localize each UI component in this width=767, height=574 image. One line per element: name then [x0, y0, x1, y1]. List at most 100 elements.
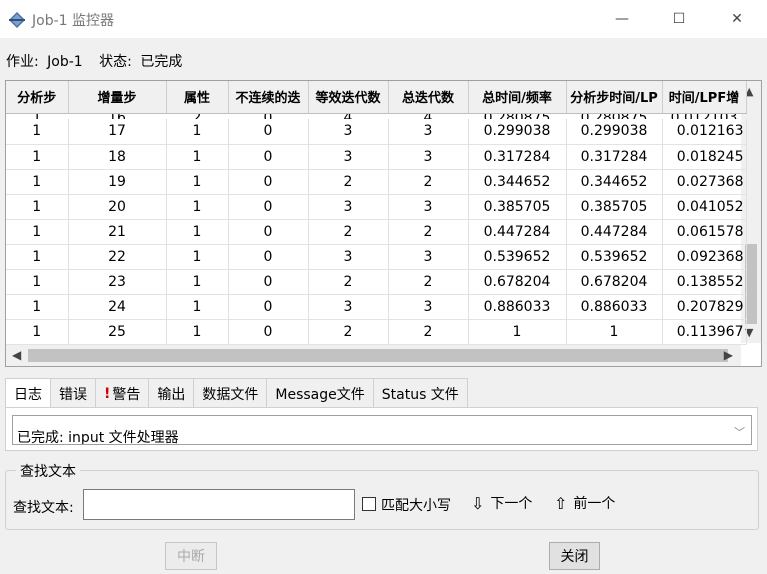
column-header[interactable]: 属性: [166, 81, 229, 114]
table-cell: 0.018245: [662, 144, 747, 170]
close-button[interactable]: 关闭: [549, 542, 600, 570]
table-cell: 1: [166, 319, 229, 345]
find-text-input[interactable]: [83, 489, 355, 520]
table-cell: 0: [228, 294, 309, 320]
table-cell: 0.344652: [468, 169, 567, 195]
chevron-down-icon[interactable]: ﹀: [734, 424, 745, 440]
table-cell: 0.344652: [566, 169, 663, 195]
log-text-area[interactable]: 已完成: input 文件处理器 ﹀: [12, 415, 752, 445]
tab-output[interactable]: 输出: [148, 378, 195, 408]
table-cell: 1: [166, 169, 229, 195]
table-cell: 21: [68, 219, 167, 245]
find-next-button[interactable]: ⇩ 下一个: [471, 493, 532, 513]
table-cell: 0.317284: [468, 144, 567, 170]
table-cell: 0.041052: [662, 194, 747, 220]
job-label: 作业:: [6, 54, 39, 70]
table-cell: 20: [68, 194, 167, 220]
column-header[interactable]: 不连续的迭: [228, 81, 309, 114]
minimize-button[interactable]: —: [594, 0, 650, 38]
close-window-button[interactable]: ✕: [709, 0, 765, 38]
warning-icon: !: [104, 385, 111, 402]
table-cell: 2: [388, 319, 469, 345]
find-field-label: 查找文本:: [13, 500, 74, 516]
tab-status-file[interactable]: Status 文件: [372, 378, 468, 408]
scroll-right-icon[interactable]: ▶: [724, 348, 733, 362]
window-title: Job-1 监控器: [32, 13, 114, 29]
table-cell: 3: [388, 244, 469, 270]
vertical-scroll-thumb[interactable]: [745, 244, 757, 324]
table-row[interactable]: 1 20 1 0 3 3 0.385705 0.385705 0.041052: [6, 194, 747, 220]
tab-message-file[interactable]: Message文件: [266, 378, 374, 408]
find-prev-button[interactable]: ⇧ 前一个: [554, 493, 615, 513]
table-cell: 0.061578: [662, 219, 747, 245]
table-row[interactable]: 1 23 1 0 2 2 0.678204 0.678204 0.138552: [6, 269, 747, 295]
table-cell: 1: [6, 194, 69, 220]
find-group-label: 查找文本: [16, 461, 80, 481]
table-cell: 1: [468, 319, 567, 345]
maximize-button[interactable]: ☐: [651, 0, 707, 38]
table-cell: 1: [6, 294, 69, 320]
table-cell: 3: [388, 144, 469, 170]
state-label: 状态:: [99, 54, 132, 70]
column-header[interactable]: 总时间/频率: [468, 81, 567, 114]
table-cell: 0: [228, 219, 309, 245]
horizontal-scrollbar[interactable]: ◀ ▶: [6, 345, 741, 366]
table-cell: 0.299038: [468, 119, 567, 145]
table-cell: 0.207829: [662, 294, 747, 320]
table-cell: 0.886033: [468, 294, 567, 320]
table-cell: 2: [388, 269, 469, 295]
horizontal-scroll-thumb[interactable]: [28, 349, 728, 362]
table-cell: 1: [166, 294, 229, 320]
table-cell: 1: [566, 319, 663, 345]
table-row[interactable]: 1 19 1 0 2 2 0.344652 0.344652 0.027368: [6, 169, 747, 195]
table-cell: 3: [308, 294, 389, 320]
match-case-label[interactable]: 匹配大小写: [381, 495, 451, 515]
table-cell: 1: [166, 219, 229, 245]
table-row[interactable]: 1 24 1 0 3 3 0.886033 0.886033 0.207829: [6, 294, 747, 320]
abort-button[interactable]: 中断: [165, 542, 217, 570]
table-row[interactable]: 1 18 1 0 3 3 0.317284 0.317284 0.018245: [6, 144, 747, 170]
table-cell: 3: [388, 194, 469, 220]
table-row[interactable]: 1 21 1 0 2 2 0.447284 0.447284 0.061578: [6, 219, 747, 245]
table-cell: 0.113967: [662, 319, 747, 345]
find-text-group: 查找文本 查找文本: 匹配大小写 ⇩ 下一个 ⇧ 前一个: [5, 461, 759, 530]
table-cell: 1: [166, 144, 229, 170]
column-header[interactable]: 分析步: [6, 81, 69, 114]
table-cell: 17: [68, 119, 167, 145]
log-panel: 已完成: input 文件处理器 ﹀: [5, 407, 758, 451]
column-header[interactable]: 总迭代数: [388, 81, 469, 114]
table-row[interactable]: 1 25 1 0 2 2 1 1 0.113967: [6, 319, 747, 345]
scroll-left-icon[interactable]: ◀: [12, 348, 21, 362]
table-row[interactable]: 1 22 1 0 3 3 0.539652 0.539652 0.092368: [6, 244, 747, 270]
tab-errors[interactable]: 错误: [50, 378, 96, 408]
table-cell: 1: [6, 169, 69, 195]
table-cell: 0.447284: [566, 219, 663, 245]
table-cell: 1: [6, 269, 69, 295]
table-cell: 3: [308, 119, 389, 145]
column-header[interactable]: 等效迭代数: [308, 81, 389, 114]
table-cell: 3: [388, 119, 469, 145]
column-header[interactable]: 分析步时间/LP: [566, 81, 663, 114]
column-header[interactable]: 增量步: [68, 81, 167, 114]
job-status-line: 作业: Job-1 状态: 已完成: [6, 51, 186, 71]
tab-warnings[interactable]: ! 警告: [95, 378, 150, 408]
table-cell: 2: [388, 219, 469, 245]
tab-data-file[interactable]: 数据文件: [193, 378, 268, 408]
table-cell: 1: [6, 119, 69, 145]
table-cell: 2: [308, 169, 389, 195]
increment-table[interactable]: 1 16 2 0 4 4 0.280875 0.280875 0.012103 分析步 增量步 属性…: [5, 80, 762, 367]
table-cell: 2: [308, 319, 389, 345]
table-row[interactable]: 1 17 1 0 3 3 0.299038 0.299038 0.012163: [6, 119, 747, 145]
table-cell: 0.678204: [468, 269, 567, 295]
table-cell: 3: [308, 144, 389, 170]
job-value: Job-1: [47, 54, 83, 70]
table-cell: 24: [68, 294, 167, 320]
table-cell: 0: [228, 169, 309, 195]
table-cell: 0: [228, 194, 309, 220]
match-case-checkbox[interactable]: [362, 497, 376, 511]
table-cell: 0.012163: [662, 119, 747, 145]
state-value: 已完成: [140, 54, 183, 70]
tab-log[interactable]: 日志: [5, 378, 51, 409]
table-cell: 0.027368: [662, 169, 747, 195]
column-header[interactable]: 时间/LPF增: [662, 81, 747, 114]
